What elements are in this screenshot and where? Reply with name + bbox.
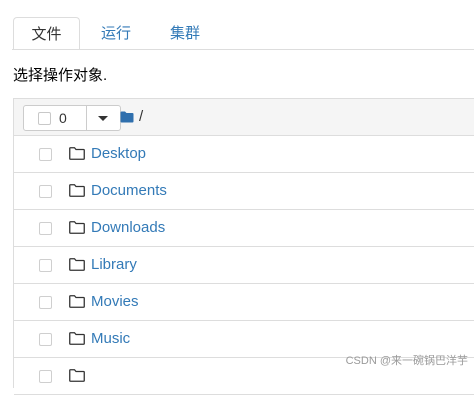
folder-icon <box>69 147 85 160</box>
select-all-dropdown[interactable]: 0 <box>23 105 121 131</box>
dropdown-divider <box>86 106 87 130</box>
folder-icon <box>69 369 85 382</box>
folder-icon <box>69 258 85 271</box>
file-name-link[interactable]: Music <box>91 330 130 347</box>
file-list-header: 0 / <box>14 99 474 136</box>
watermark: CSDN @来一碗锅巴洋芋 <box>346 352 468 368</box>
file-name-link[interactable]: Desktop <box>91 145 146 162</box>
row-checkbox[interactable] <box>39 222 52 235</box>
folder-icon <box>69 184 85 197</box>
selected-count: 0 <box>59 110 67 126</box>
tab-running[interactable]: 运行 <box>93 17 139 50</box>
row-checkbox[interactable] <box>39 148 52 161</box>
tab-divider <box>12 49 474 50</box>
row-checkbox[interactable] <box>39 296 52 309</box>
list-item[interactable]: Library <box>14 247 474 284</box>
folder-icon <box>69 332 85 345</box>
breadcrumb[interactable]: / <box>139 108 143 125</box>
file-name-link[interactable]: Documents <box>91 182 167 199</box>
row-checkbox[interactable] <box>39 333 52 346</box>
row-checkbox[interactable] <box>39 185 52 198</box>
row-checkbox[interactable] <box>39 259 52 272</box>
select-all-checkbox[interactable] <box>38 112 51 125</box>
folder-icon <box>69 295 85 308</box>
file-name-link[interactable]: Downloads <box>91 219 165 236</box>
tab-clusters[interactable]: 集群 <box>161 17 209 50</box>
folder-icon[interactable] <box>120 111 134 123</box>
list-item[interactable]: Desktop <box>14 136 474 173</box>
chevron-down-icon[interactable] <box>98 116 108 121</box>
file-list: 0 / Desktop Documents Downloads <box>13 98 474 388</box>
file-name-link[interactable]: Library <box>91 256 137 273</box>
folder-icon <box>69 221 85 234</box>
list-item[interactable]: Movies <box>14 284 474 321</box>
list-item[interactable]: Documents <box>14 173 474 210</box>
action-prompt: 选择操作对象. <box>13 64 107 85</box>
row-checkbox[interactable] <box>39 370 52 383</box>
file-name-link[interactable]: Movies <box>91 293 139 310</box>
tab-bar: 文件 运行 集群 <box>0 0 474 50</box>
tab-files[interactable]: 文件 <box>13 17 80 50</box>
list-item[interactable]: Downloads <box>14 210 474 247</box>
